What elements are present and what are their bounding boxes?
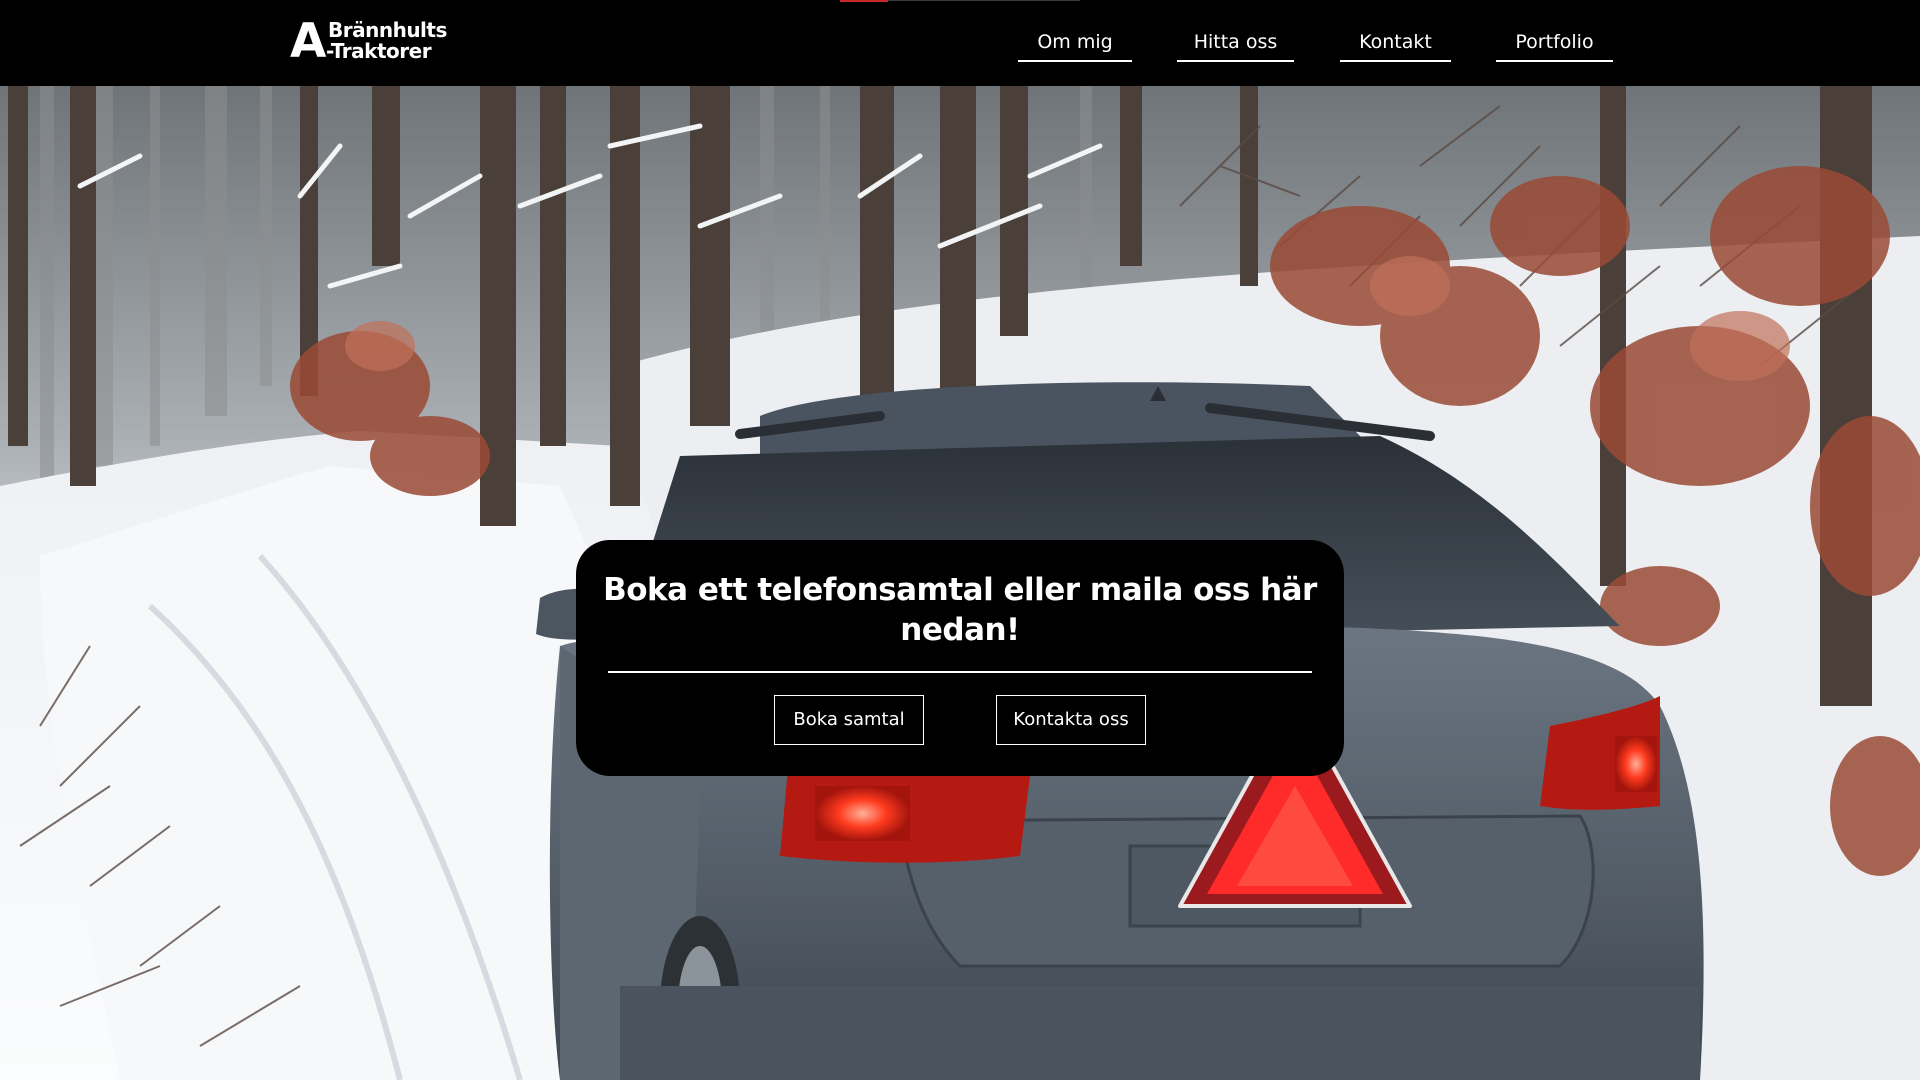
cta-title: Boka ett telefonsamtal eller maila oss h… (603, 572, 1317, 648)
logo-initial: A (290, 14, 326, 69)
book-call-button[interactable]: Boka samtal (774, 695, 924, 745)
nav-link-hitta-oss[interactable]: Hitta oss (1177, 24, 1294, 62)
contact-us-button[interactable]: Kontakta oss (996, 695, 1146, 745)
cta-card: Boka ett telefonsamtal eller maila oss h… (576, 540, 1344, 776)
site-logo[interactable]: A Brännhults -Traktorer (290, 18, 450, 66)
logo-line-1: Brännhults (328, 18, 447, 42)
logo-line-2: -Traktorer (326, 39, 432, 63)
nav-link-portfolio[interactable]: Portfolio (1496, 24, 1613, 62)
nav-link-om-mig[interactable]: Om mig (1018, 24, 1132, 62)
site-header: A Brännhults -Traktorer Om mig Hitta oss… (0, 0, 1920, 86)
cta-divider (608, 671, 1312, 673)
nav-link-kontakt[interactable]: Kontakt (1340, 24, 1451, 62)
hero-section: Boka ett telefonsamtal eller maila oss h… (0, 86, 1920, 1080)
header-accent-bar-dim (888, 0, 1080, 1)
header-accent-bar (840, 0, 888, 2)
